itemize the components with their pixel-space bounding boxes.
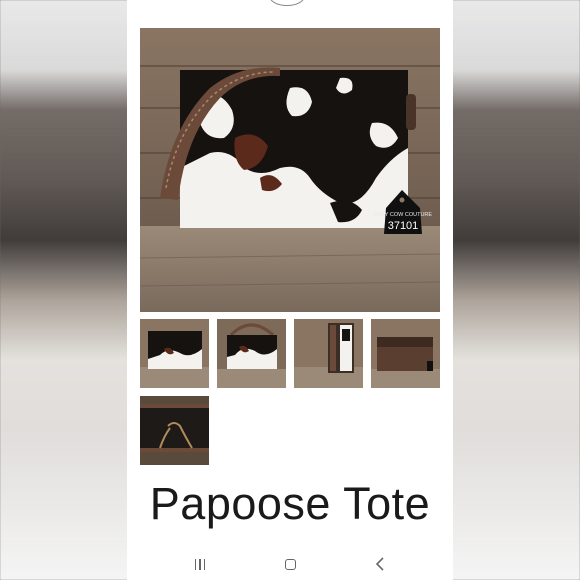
main-product-image[interactable]: HOLY COW COUTURE 37101 xyxy=(140,28,440,312)
thumbnail-5[interactable] xyxy=(140,396,209,465)
phone-screen: HOLY COW COUTURE 37101 Papoose Tote xyxy=(127,0,453,580)
ear-tag-number: 37101 xyxy=(388,220,419,232)
back-icon[interactable] xyxy=(365,554,395,574)
thumbnail-4[interactable] xyxy=(371,319,440,388)
ear-tag-brand: HOLY COW COUTURE xyxy=(374,212,432,218)
android-navigation-bar xyxy=(127,548,453,580)
product-title: Papoose Tote xyxy=(149,478,431,529)
thumbnail-3[interactable] xyxy=(294,319,363,388)
thumbnail-2[interactable] xyxy=(217,319,286,388)
recents-icon[interactable] xyxy=(185,554,215,574)
brand-logo xyxy=(269,0,305,6)
home-icon[interactable] xyxy=(275,554,305,574)
thumbnail-1[interactable] xyxy=(140,319,209,388)
